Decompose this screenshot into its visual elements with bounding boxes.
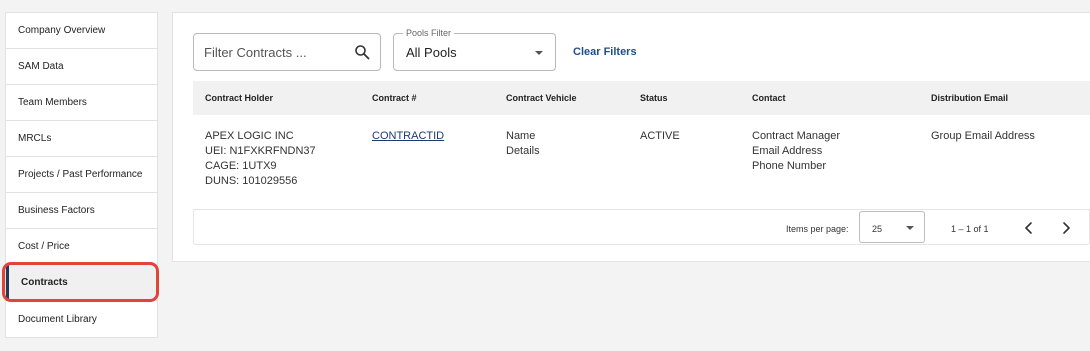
items-per-page-select[interactable]: 25 <box>859 211 925 243</box>
sidebar-item-label: Team Members <box>18 97 87 108</box>
sidebar-item-label: MRCLs <box>18 133 52 144</box>
contracts-panel: Pools Filter All Pools Clear Filters Con… <box>172 12 1090 262</box>
contact-manager: Contract Manager <box>752 130 841 142</box>
cell-contract-holder: APEX LOGIC INC UEI: N1FXKRFNDN37 CAGE: 1… <box>193 129 372 189</box>
contracts-table: Contract Holder Contract # Contract Vehi… <box>193 81 1090 210</box>
sidebar-item-label: Company Overview <box>18 25 106 36</box>
sidebar-item-label: SAM Data <box>18 61 64 72</box>
sidebar-item-label: Contracts <box>21 277 68 288</box>
search-icon[interactable] <box>354 44 370 60</box>
contact-email: Email Address <box>752 145 823 157</box>
sidebar-item-team-members[interactable]: Team Members <box>6 85 157 121</box>
cell-distribution-email: Group Email Address <box>931 130 1035 142</box>
holder-duns: DUNS: 101029556 <box>205 175 298 187</box>
sidebar-item-mrcls[interactable]: MRCLs <box>6 121 157 157</box>
pools-filter-label: Pools Filter <box>403 28 455 38</box>
table-header-row: Contract Holder Contract # Contract Vehi… <box>193 81 1090 115</box>
filter-contracts-field <box>193 33 381 71</box>
vehicle-details: Details <box>506 145 540 157</box>
cell-contract-number: CONTRACTID <box>372 129 506 144</box>
column-header-distribution-email: Distribution Email <box>931 93 1009 103</box>
sidebar-item-cost-price[interactable]: Cost / Price <box>6 229 157 265</box>
items-per-page-label: Items per page: <box>786 224 849 234</box>
filter-contracts-input[interactable] <box>204 44 344 60</box>
column-header-contract-vehicle: Contract Vehicle <box>506 93 577 103</box>
sidebar-item-label: Cost / Price <box>18 241 70 252</box>
column-header-status: Status <box>640 93 668 103</box>
cell-status: ACTIVE <box>640 130 680 142</box>
column-header-contact: Contact <box>752 93 786 103</box>
clear-filters-button[interactable]: Clear Filters <box>573 46 637 58</box>
sidebar-item-sam-data[interactable]: SAM Data <box>6 49 157 85</box>
pools-filter-select[interactable]: Pools Filter All Pools <box>393 28 556 71</box>
vehicle-name: Name <box>506 130 536 142</box>
column-header-contract-number: Contract # <box>372 93 417 103</box>
cell-contract-vehicle: Name Details <box>506 129 640 159</box>
column-header-contract-holder: Contract Holder <box>205 93 274 103</box>
sidebar-item-projects-past-performance[interactable]: Projects / Past Performance <box>6 157 157 193</box>
contract-id-link[interactable]: CONTRACTID <box>372 130 444 142</box>
pools-filter-value: All Pools <box>406 45 457 60</box>
items-per-page-value: 25 <box>872 224 883 234</box>
paginator: Items per page: 25 1 – 1 of 1 <box>193 209 1090 245</box>
sidebar-item-contracts[interactable]: Contracts <box>6 265 157 301</box>
holder-cage: CAGE: 1UTX9 <box>205 160 277 172</box>
sidebar-nav: Company Overview SAM Data Team Members M… <box>5 12 158 338</box>
sidebar-item-document-library[interactable]: Document Library <box>6 301 157 337</box>
cell-contact: Contract Manager Email Address Phone Num… <box>752 129 931 174</box>
table-row: APEX LOGIC INC UEI: N1FXKRFNDN37 CAGE: 1… <box>193 115 1090 210</box>
chevron-left-icon[interactable] <box>1019 218 1039 238</box>
contact-phone: Phone Number <box>752 160 826 172</box>
chevron-down-icon <box>535 51 543 55</box>
page-range-label: 1 – 1 of 1 <box>951 224 989 234</box>
sidebar-item-label: Projects / Past Performance <box>18 169 143 180</box>
sidebar-item-label: Business Factors <box>18 205 95 216</box>
sidebar-item-label: Document Library <box>18 313 97 325</box>
chevron-right-icon[interactable] <box>1056 218 1076 238</box>
sidebar-item-business-factors[interactable]: Business Factors <box>6 193 157 229</box>
holder-uei: UEI: N1FXKRFNDN37 <box>205 145 316 157</box>
chevron-down-icon <box>906 226 914 230</box>
sidebar-item-company-overview[interactable]: Company Overview <box>6 13 157 49</box>
holder-name: APEX LOGIC INC <box>205 130 294 142</box>
